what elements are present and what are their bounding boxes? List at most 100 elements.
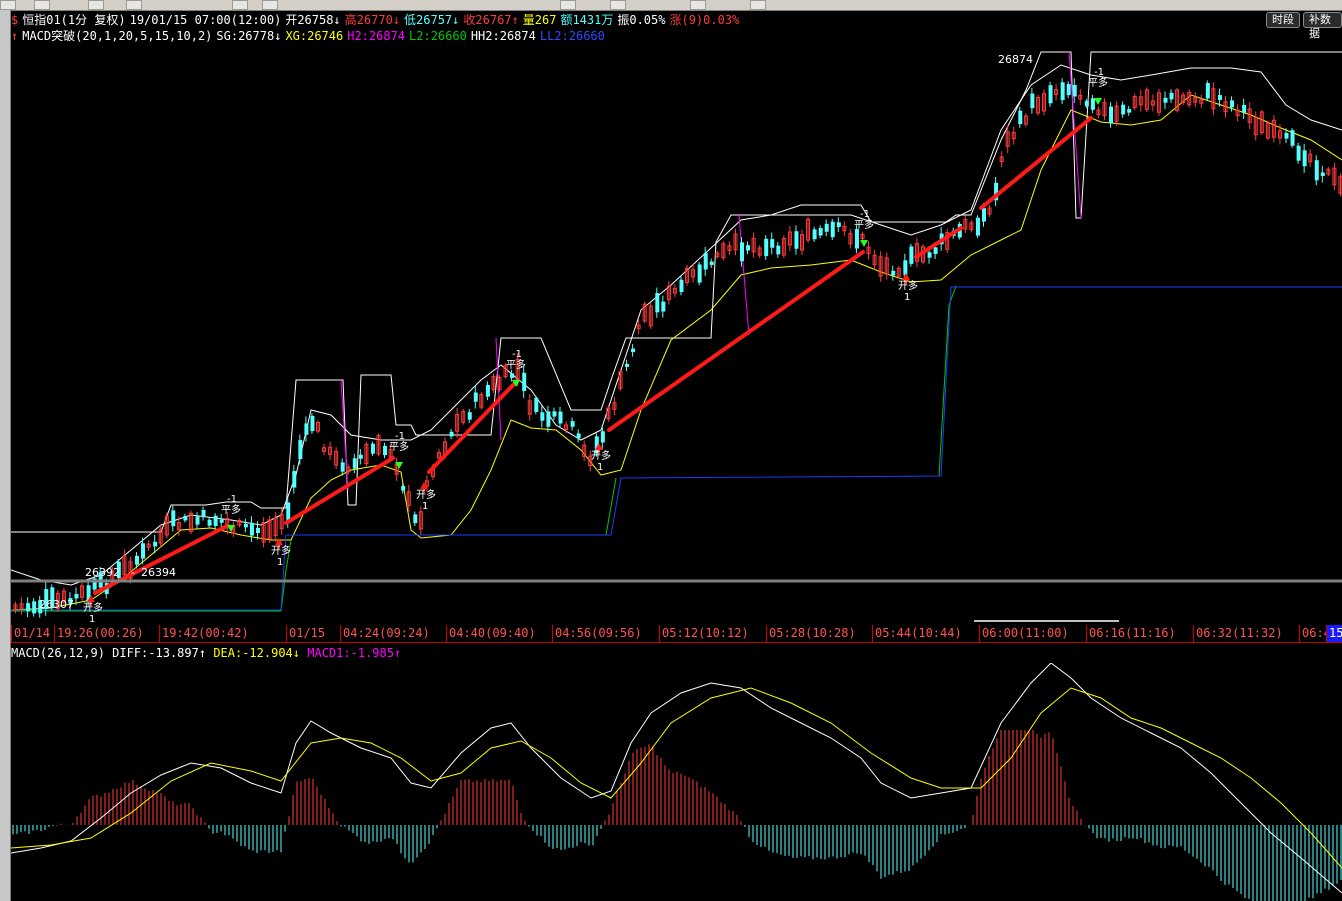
candle-body-down (540, 412, 545, 421)
time-tick: 04:56(09:56) (552, 625, 642, 642)
time-end-badge: 15 (1326, 625, 1342, 642)
candle-body-down (153, 541, 158, 547)
toolbar-button[interactable] (88, 0, 104, 10)
signal-count-label: -1 (512, 349, 522, 360)
candle-body-down (249, 522, 254, 536)
main-chart-area[interactable]: $ 恒指01(1分 复权) 19/01/15 07:00(12:00) 开26758↓… (11, 10, 1342, 622)
candle-body-down (1230, 100, 1235, 108)
macd-macd1: MACD1:-1.985↑ (307, 646, 402, 660)
signal-count-label: -1 (860, 209, 870, 220)
toolbar-zoom-button[interactable] (262, 0, 278, 10)
trend-arrow-line (284, 456, 395, 525)
candle-body-down (740, 242, 744, 262)
toolbar-button[interactable] (232, 0, 248, 10)
candle-body-down (340, 462, 345, 472)
time-tick: 19:42(00:42) (159, 625, 249, 642)
left-scrollbar[interactable] (0, 10, 11, 901)
candle-body-down (830, 221, 835, 238)
candle-body-down (1205, 83, 1210, 99)
time-tick: 05:44(10:44) (872, 625, 962, 642)
candle-body-down (352, 458, 357, 469)
sell-arrow-icon (860, 240, 868, 247)
candle-body-down (1121, 104, 1126, 115)
candle-body-down (26, 603, 31, 612)
candle-body-down (661, 301, 666, 312)
candle-body-down (903, 260, 908, 276)
candle-body-down (1060, 82, 1065, 101)
candle-body-down (171, 510, 176, 527)
time-tick: 06:32(11:32) (1193, 625, 1283, 642)
candle-body-down (812, 229, 817, 240)
candle-body-down (1072, 84, 1077, 97)
time-axis-line (11, 642, 1342, 643)
candle-body-down (467, 412, 472, 420)
open-long-label: 开多 (898, 279, 918, 292)
candle-body-down (213, 515, 218, 526)
candle-body-down (413, 514, 418, 524)
candle-body-down (1127, 109, 1132, 113)
candle-body-down (891, 270, 896, 276)
upper-band-line (11, 64, 1342, 586)
toolbar-button[interactable] (34, 0, 50, 10)
candle-body-down (534, 397, 539, 412)
candle-body-down (1018, 110, 1023, 125)
candle-body-down (135, 555, 139, 565)
candle-body-down (746, 245, 751, 251)
high-price-label: 26874 (998, 53, 1033, 66)
candle-body-down (485, 384, 490, 397)
open-long-label: 开多 (83, 601, 103, 614)
candle-body-down (818, 228, 823, 236)
macd-chart[interactable] (11, 663, 1342, 901)
open-long-label: 开多 (271, 544, 291, 557)
candle-body-down (201, 509, 206, 518)
signal-count-label: 1 (904, 292, 910, 303)
time-tick: 06:16(11:16) (1086, 625, 1176, 642)
candle-body-down (401, 485, 406, 491)
candle-body-down (794, 231, 799, 249)
time-tick: 06:00(11:00) (979, 625, 1069, 642)
candle-body-down (310, 415, 315, 432)
candle-body-down (219, 519, 224, 523)
toolbar-button[interactable] (750, 0, 766, 10)
candle-body-down (1284, 132, 1289, 139)
candle-body-down (1320, 172, 1325, 176)
candle-body-down (1048, 85, 1053, 104)
trend-arrow-line (914, 226, 963, 259)
time-tick: 04:40(09:40) (446, 625, 536, 642)
candle-body-down (141, 543, 146, 559)
candle-body-down (854, 229, 859, 249)
candle-body-down (207, 519, 212, 526)
macd-header: MACD(26,12,9) DIFF:-13.897↑ DEA:-12.904↓… (11, 645, 401, 661)
macd-title: MACD(26,12,9) (11, 646, 105, 660)
candle-body-down (370, 443, 375, 454)
candle-body-down (449, 431, 454, 437)
candle-body-down (631, 348, 636, 353)
candle-body-down (1090, 98, 1095, 110)
signal-count-label: -1 (1094, 67, 1104, 78)
signal-count-label: -1 (227, 494, 237, 505)
candle-body-down (764, 238, 769, 257)
toolbar-button[interactable] (610, 0, 626, 10)
toolbar-button[interactable] (126, 0, 142, 10)
range-dash: - (131, 566, 135, 579)
candle-body-down (709, 261, 714, 265)
low-price-label: 26307 (39, 598, 74, 611)
toolbar-button[interactable] (690, 0, 706, 10)
price-chart[interactable]: 开多1开多1开多1开多1开多1平多-1平多-1平多-1平多-1平多-1 2687… (11, 10, 1342, 622)
candle-body-down (1084, 100, 1089, 107)
macd-dea: DEA:-12.904↓ (213, 646, 301, 660)
candle-body-down (558, 411, 563, 424)
l2-step-line (938, 285, 957, 477)
open-long-label: 开多 (591, 449, 611, 462)
candle-body-down (570, 421, 575, 427)
candle-body-down (1302, 150, 1307, 167)
candle-body-down (195, 516, 200, 525)
toolbar-button[interactable] (0, 0, 16, 10)
candle-body-down (576, 433, 581, 439)
candle-body-down (1169, 92, 1174, 100)
time-tick: 04:24(09:24) (340, 625, 430, 642)
open-long-label: 开多 (416, 488, 436, 501)
candle-body-down (552, 411, 557, 417)
toolbar-button[interactable] (560, 0, 576, 10)
signal-count-label: 1 (277, 557, 283, 568)
